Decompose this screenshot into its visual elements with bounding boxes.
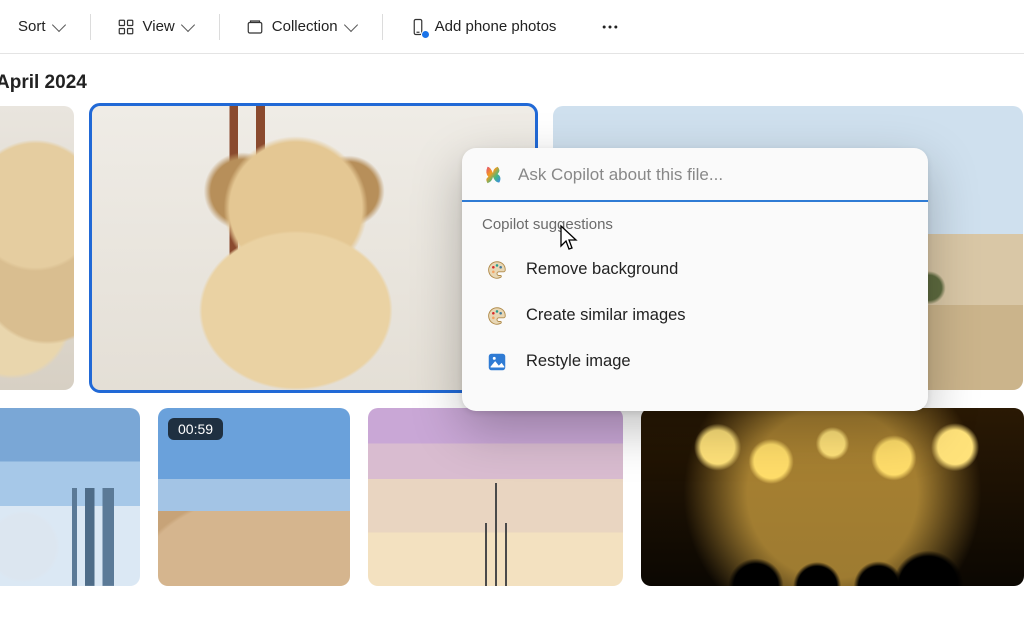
palette-icon [486, 259, 508, 281]
collection-icon [246, 18, 264, 36]
grid-view-icon [117, 18, 135, 36]
copilot-suggestion-remove-background[interactable]: Remove background [482, 247, 908, 293]
sort-label: Sort [18, 18, 46, 35]
photo-thumbnail[interactable] [368, 408, 623, 586]
toolbar-separator [90, 14, 91, 40]
suggestion-label: Remove background [526, 260, 678, 279]
chevron-down-icon [183, 23, 193, 30]
view-button[interactable]: View [105, 12, 205, 42]
view-label: View [143, 18, 175, 35]
toolbar: Sort View Collection Add [0, 0, 1024, 54]
photo-row-2: 00:59 [0, 408, 1024, 586]
chevron-down-icon [346, 23, 356, 30]
toolbar-separator [219, 14, 220, 40]
sort-button[interactable]: Sort [6, 12, 76, 41]
copilot-prompt-input[interactable] [518, 165, 908, 185]
picture-icon [486, 351, 508, 373]
ellipsis-icon [600, 17, 620, 37]
toolbar-separator [382, 14, 383, 40]
copilot-suggestions-heading: Copilot suggestions [482, 216, 908, 233]
video-thumbnail[interactable]: 00:59 [158, 408, 350, 586]
mouse-cursor-icon [559, 224, 579, 252]
suggestion-label: Create similar images [526, 306, 686, 325]
copilot-input-row [462, 148, 928, 200]
add-phone-photos-button[interactable]: Add phone photos [397, 12, 569, 42]
collection-label: Collection [272, 18, 338, 35]
suggestion-label: Restyle image [526, 352, 631, 371]
section-date-heading: April 2024 [0, 54, 1024, 106]
phone-add-icon [409, 18, 427, 36]
add-phone-label: Add phone photos [435, 18, 557, 35]
photo-thumbnail[interactable] [0, 408, 140, 586]
palette-icon [486, 305, 508, 327]
more-options-button[interactable] [588, 11, 632, 43]
photo-thumbnail[interactable] [641, 408, 1024, 586]
photo-thumbnail[interactable] [0, 106, 74, 390]
chevron-down-icon [54, 23, 64, 30]
collection-button[interactable]: Collection [234, 12, 368, 42]
copilot-suggestion-restyle-image[interactable]: Restyle image [482, 339, 908, 385]
copilot-popover: Copilot suggestions Remove background Cr… [462, 148, 928, 411]
copilot-suggestion-create-similar[interactable]: Create similar images [482, 293, 908, 339]
copilot-logo-icon [482, 164, 504, 186]
video-duration-badge: 00:59 [168, 418, 223, 440]
